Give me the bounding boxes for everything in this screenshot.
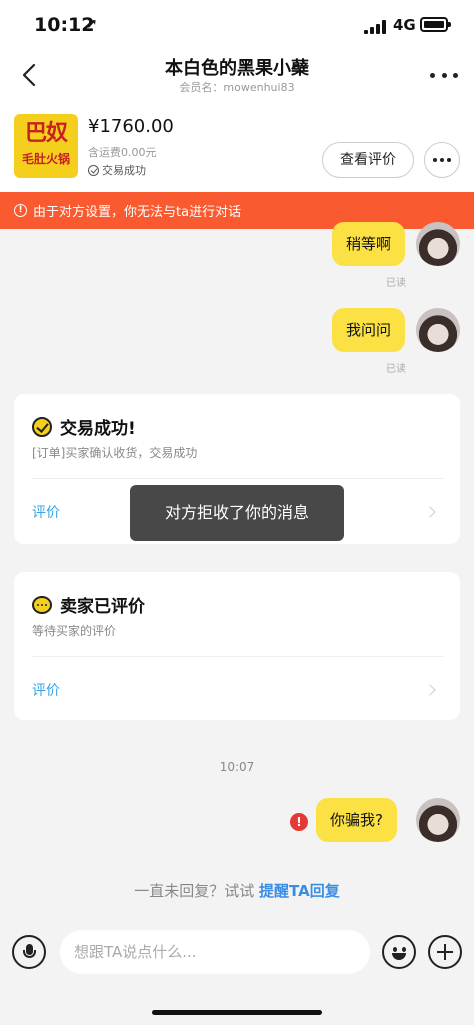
card-description: [订单]买家确认收货，交易成功	[32, 446, 198, 460]
shop-logo[interactable]: 巴奴 毛肚火锅	[14, 114, 78, 178]
card-title-text: 交易成功!	[60, 419, 136, 439]
review-link[interactable]: 评价	[32, 680, 60, 700]
network-label: 4G	[393, 16, 416, 34]
emoji-mouth	[392, 953, 406, 960]
location-arrow-icon: ➚	[86, 16, 98, 32]
add-button[interactable]	[428, 935, 462, 969]
logo-text: 巴奴	[24, 121, 68, 146]
message-bubble[interactable]: 你骗我?	[316, 798, 397, 842]
order-more-button[interactable]	[424, 142, 460, 178]
chevron-right-icon	[424, 684, 436, 696]
chevron-right-icon	[424, 506, 436, 518]
card-title-text: 卖家已评价	[60, 597, 145, 617]
emoji-eye	[402, 947, 406, 952]
trade-status-label: 交易成功	[102, 164, 146, 177]
signal-icon	[364, 20, 386, 34]
emoji-button[interactable]	[382, 935, 416, 969]
emoji-icon	[393, 947, 397, 952]
message-bubble[interactable]: 我问问	[332, 308, 406, 352]
member-name: 会员名：mowenhui83	[179, 81, 295, 94]
more-options-button[interactable]	[430, 70, 458, 80]
trade-status: 交易成功	[88, 162, 146, 178]
send-failed-icon[interactable]: !	[290, 813, 308, 831]
logo-subtext: 毛肚火锅	[21, 152, 70, 166]
view-review-button[interactable]: 查看评价	[322, 142, 414, 178]
check-circle-icon	[88, 164, 99, 176]
no-reply-hint: 一直未回复？试试 提醒TA回复	[0, 880, 474, 901]
warning-banner: ! 由于对方设置，你无法与ta进行对话	[0, 192, 474, 229]
message-input[interactable]	[60, 930, 370, 974]
review-link[interactable]: 评价	[32, 502, 60, 522]
message-bubble[interactable]: 稍等啊	[332, 222, 406, 266]
card-description: 等待买家的评价	[32, 624, 117, 638]
avatar[interactable]	[416, 798, 460, 842]
timestamp: 10:07	[219, 760, 255, 774]
chat-bubble-icon	[32, 595, 52, 614]
read-status: 已读	[386, 278, 406, 289]
divider	[32, 478, 444, 479]
avatar[interactable]	[416, 308, 460, 352]
card-title: 交易成功!	[32, 414, 136, 439]
warning-icon: !	[14, 204, 27, 217]
microphone-stand	[23, 950, 36, 958]
home-indicator[interactable]	[152, 1010, 322, 1015]
card-title: 卖家已评价	[32, 592, 145, 617]
remind-reply-link[interactable]: 提醒TA回复	[259, 882, 340, 900]
warning-text: 由于对方设置，你无法与ta进行对话	[33, 205, 242, 220]
check-circle-icon	[32, 416, 52, 437]
page-title: 本白色的黑果小蘗	[165, 58, 309, 79]
voice-button[interactable]	[12, 935, 46, 969]
avatar[interactable]	[416, 222, 460, 266]
shipping-fee: 含运费0.00元	[88, 146, 157, 159]
order-price: ¥1760.00	[88, 116, 174, 137]
divider	[32, 656, 444, 657]
seller-reviewed-card: 卖家已评价 等待买家的评价 评价	[14, 572, 460, 720]
read-status: 已读	[386, 364, 406, 375]
battery-icon	[420, 17, 451, 32]
toast-message: 对方拒收了你的消息	[130, 485, 344, 541]
no-reply-text: 一直未回复？试试	[134, 882, 260, 900]
